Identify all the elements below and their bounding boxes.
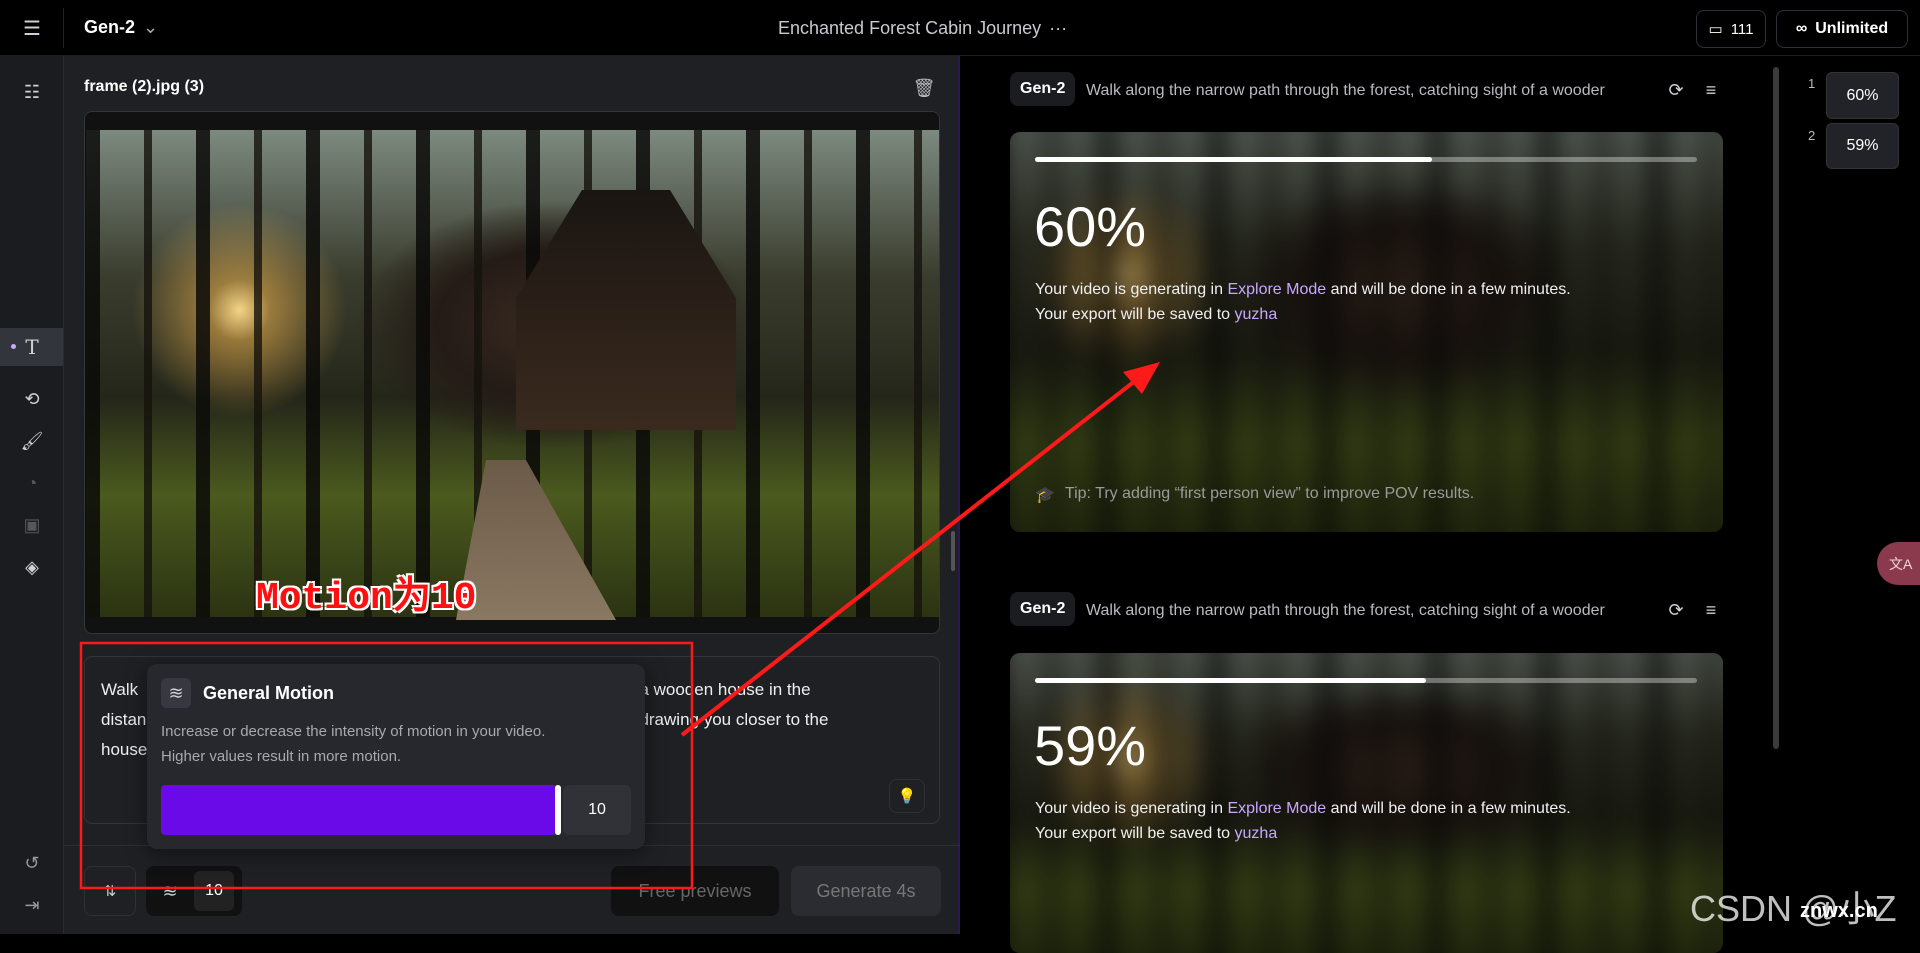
annotation-label: Motion为10 [256, 577, 477, 620]
annotation-overlay [79, 362, 1160, 890]
annotation-arrow [680, 375, 1142, 737]
arrow-head [1123, 362, 1160, 394]
annotation-box [79, 641, 694, 890]
watermark-site: znwx.cn [1800, 900, 1878, 922]
